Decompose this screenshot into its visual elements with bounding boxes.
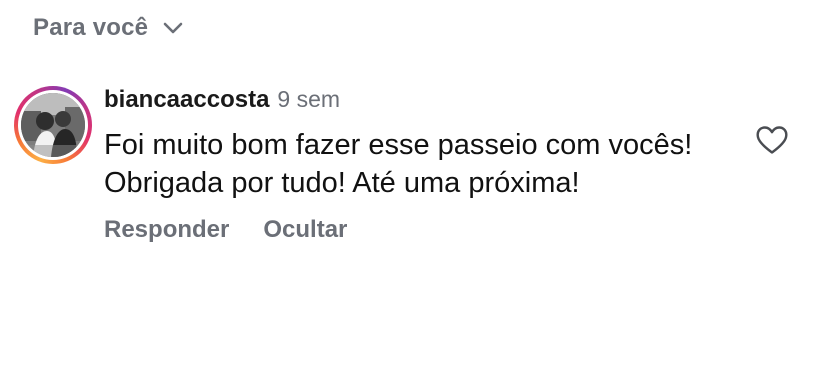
comment-sort-dropdown[interactable]: Para você	[33, 10, 184, 46]
avatar-ring-gap	[18, 90, 88, 160]
heart-outline-icon	[755, 125, 789, 160]
comment-sort-label: Para você	[33, 14, 149, 41]
chevron-down-icon	[162, 17, 184, 39]
comment-username[interactable]: biancaaccosta	[104, 86, 269, 114]
like-button[interactable]	[754, 125, 790, 160]
avatar-photo	[21, 93, 85, 157]
comment-body: biancaaccosta 9 sem Foi muito bom fazer …	[104, 86, 704, 244]
comment-meta: biancaaccosta 9 sem	[104, 86, 704, 122]
comment-item: biancaaccosta 9 sem Foi muito bom fazer …	[14, 86, 814, 286]
comment-timestamp: 9 sem	[277, 86, 341, 112]
avatar[interactable]	[14, 86, 92, 164]
comment-text: Foi muito bom fazer esse passeio com voc…	[104, 129, 693, 199]
reply-button[interactable]: Responder	[104, 216, 229, 244]
comment-actions: Responder Ocultar	[104, 216, 704, 244]
hide-button[interactable]: Ocultar	[263, 216, 347, 244]
